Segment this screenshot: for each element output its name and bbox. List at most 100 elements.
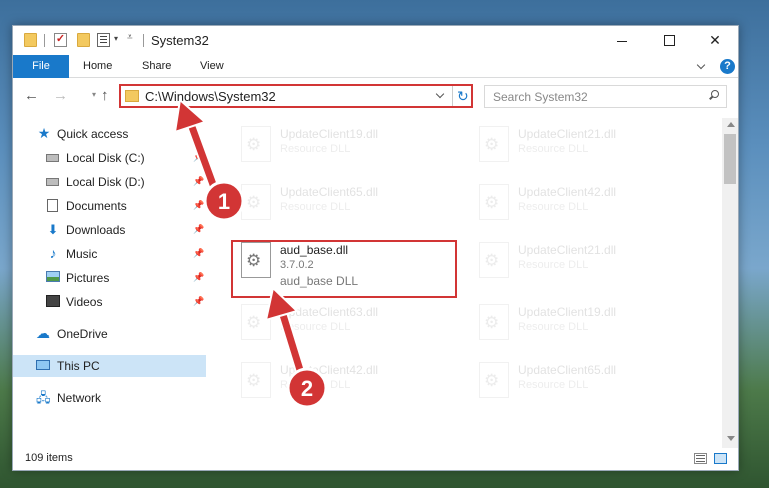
folder-icon [24,33,37,47]
address-path[interactable]: C:\Windows\System32 [145,89,276,104]
file-type: Resource DLL [280,143,351,155]
address-history-icon[interactable] [435,91,445,101]
sidebar-item-label: Local Disk (D:) [66,175,145,189]
help-icon[interactable]: ? [720,59,735,74]
pin-icon[interactable]: 📌 [193,176,204,187]
file-type: Resource DLL [518,143,589,155]
back-icon[interactable]: ← [24,88,39,103]
file-item[interactable]: UpdateClient65.dll Resource DLL [467,356,687,406]
file-name: UpdateClient65.dll [518,363,617,377]
file-type: Resource DLL [280,321,351,333]
navigation-pane: ★ Quick access Local Disk (C:) 📌 Local D… [13,118,206,448]
desktop-background: { "window": { "title": "System32", "clos… [0,0,769,488]
dll-file-icon [479,304,509,340]
sidebar-item-local-disk-c[interactable]: Local Disk (C:) 📌 [13,147,206,169]
file-name: UpdateClient19.dll [518,305,617,319]
sidebar-item-downloads[interactable]: ⬇ Downloads 📌 [13,219,206,241]
scroll-up-icon[interactable] [727,122,735,127]
search-input[interactable] [485,86,703,107]
file-item[interactable]: UpdateClient42.dll Resource DLL [229,356,449,406]
sidebar-item-local-disk-d[interactable]: Local Disk (D:) 📌 [13,171,206,193]
dll-file-icon [241,184,271,220]
file-name: UpdateClient21.dll [518,243,617,257]
file-item[interactable]: UpdateClient21.dll Resource DLL [467,236,687,286]
properties-check-icon[interactable]: ✓ [54,33,67,47]
title-divider [143,34,144,47]
this-pc-icon [36,360,50,370]
sidebar-item-label: Music [66,247,98,261]
tab-home[interactable]: Home [83,55,112,78]
file-type: Resource DLL [518,379,589,391]
file-item[interactable]: UpdateClient42.dll Resource DLL [467,178,687,228]
item-count: 109 items [25,452,73,464]
pin-icon[interactable]: 📌 [193,296,204,307]
new-folder-icon[interactable] [77,33,90,47]
sidebar-item-onedrive[interactable]: ☁ OneDrive [13,323,206,345]
file-item[interactable]: UpdateClient19.dll Resource DLL [229,120,449,170]
network-icon: 🖧 [36,390,51,405]
up-icon[interactable]: ↑ [101,88,109,103]
search-box[interactable] [484,85,727,108]
file-name: UpdateClient21.dll [518,127,617,141]
pin-icon[interactable]: 📌 [193,272,204,283]
tab-share[interactable]: Share [142,55,171,78]
pin-icon[interactable]: 📌 [193,152,204,163]
details-view-icon[interactable] [694,453,707,464]
sidebar-item-this-pc[interactable]: This PC [13,355,206,377]
dll-file-icon [241,126,271,162]
refresh-icon[interactable]: ↻ [457,87,469,105]
file-item[interactable]: UpdateClient63.dll Resource DLL [229,298,449,348]
file-type: Resource DLL [518,201,589,213]
sidebar-item-videos[interactable]: Videos 📌 [13,291,206,313]
scroll-down-icon[interactable] [727,436,735,441]
tab-file[interactable]: File [13,55,69,78]
properties-icon[interactable] [97,33,110,47]
sidebar-item-label: Videos [66,295,103,309]
sidebar-item-documents[interactable]: Documents 📌 [13,195,206,217]
sidebar-item-network[interactable]: 🖧 Network [13,387,206,409]
dll-file-icon [241,362,271,398]
sidebar-item-label: This PC [57,359,100,373]
status-bar: 109 items [13,448,738,470]
file-item[interactable]: UpdateClient21.dll Resource DLL [467,120,687,170]
sidebar-item-label: Downloads [66,223,126,237]
file-type: Resource DLL [518,259,589,271]
downloads-icon: ⬇ [47,222,59,237]
sidebar-item-label: Quick access [57,127,129,141]
pin-icon[interactable]: 📌 [193,200,204,211]
scroll-thumb[interactable] [724,134,736,184]
sidebar-item-label: Pictures [66,271,110,285]
close-button[interactable]: ✕ [692,26,738,55]
address-bar[interactable]: C:\Windows\System32 ↻ [119,84,473,108]
file-highlight-box [231,240,457,298]
file-item[interactable]: UpdateClient19.dll Resource DLL [467,298,687,348]
forward-icon[interactable]: → [53,88,68,103]
maximize-button[interactable] [646,26,692,55]
sidebar-item-label: Documents [66,199,127,213]
quick-access-star-icon: ★ [37,125,51,141]
window-title: System32 [151,33,209,48]
recent-locations-icon[interactable]: ▾ [92,90,96,99]
large-icons-view-icon[interactable] [714,453,727,464]
expand-ribbon-icon[interactable] [696,61,706,71]
sidebar-item-music[interactable]: ♪ Music 📌 [13,243,206,265]
sidebar-item-pictures[interactable]: Pictures 📌 [13,267,206,289]
tab-view[interactable]: View [200,55,224,78]
pin-icon[interactable]: 📌 [193,224,204,235]
dll-file-icon [479,242,509,278]
chevron-down-icon[interactable]: ▾ [114,34,118,43]
vertical-scrollbar[interactable] [722,118,738,448]
minimize-button[interactable] [599,26,645,55]
videos-icon [46,295,60,307]
address-divider [452,86,453,106]
close-icon: ✕ [709,32,721,48]
sidebar-item-quick-access[interactable]: ★ Quick access [13,123,206,145]
customize-toolbar-icon[interactable]: ⩡ [127,32,133,43]
folder-icon [125,90,139,102]
file-item[interactable]: UpdateClient65.dll Resource DLL [229,178,449,228]
search-icon[interactable] [708,90,719,101]
pictures-icon [46,271,60,282]
file-type: Resource DLL [280,201,351,213]
pin-icon[interactable]: 📌 [193,248,204,259]
dll-file-icon [479,126,509,162]
